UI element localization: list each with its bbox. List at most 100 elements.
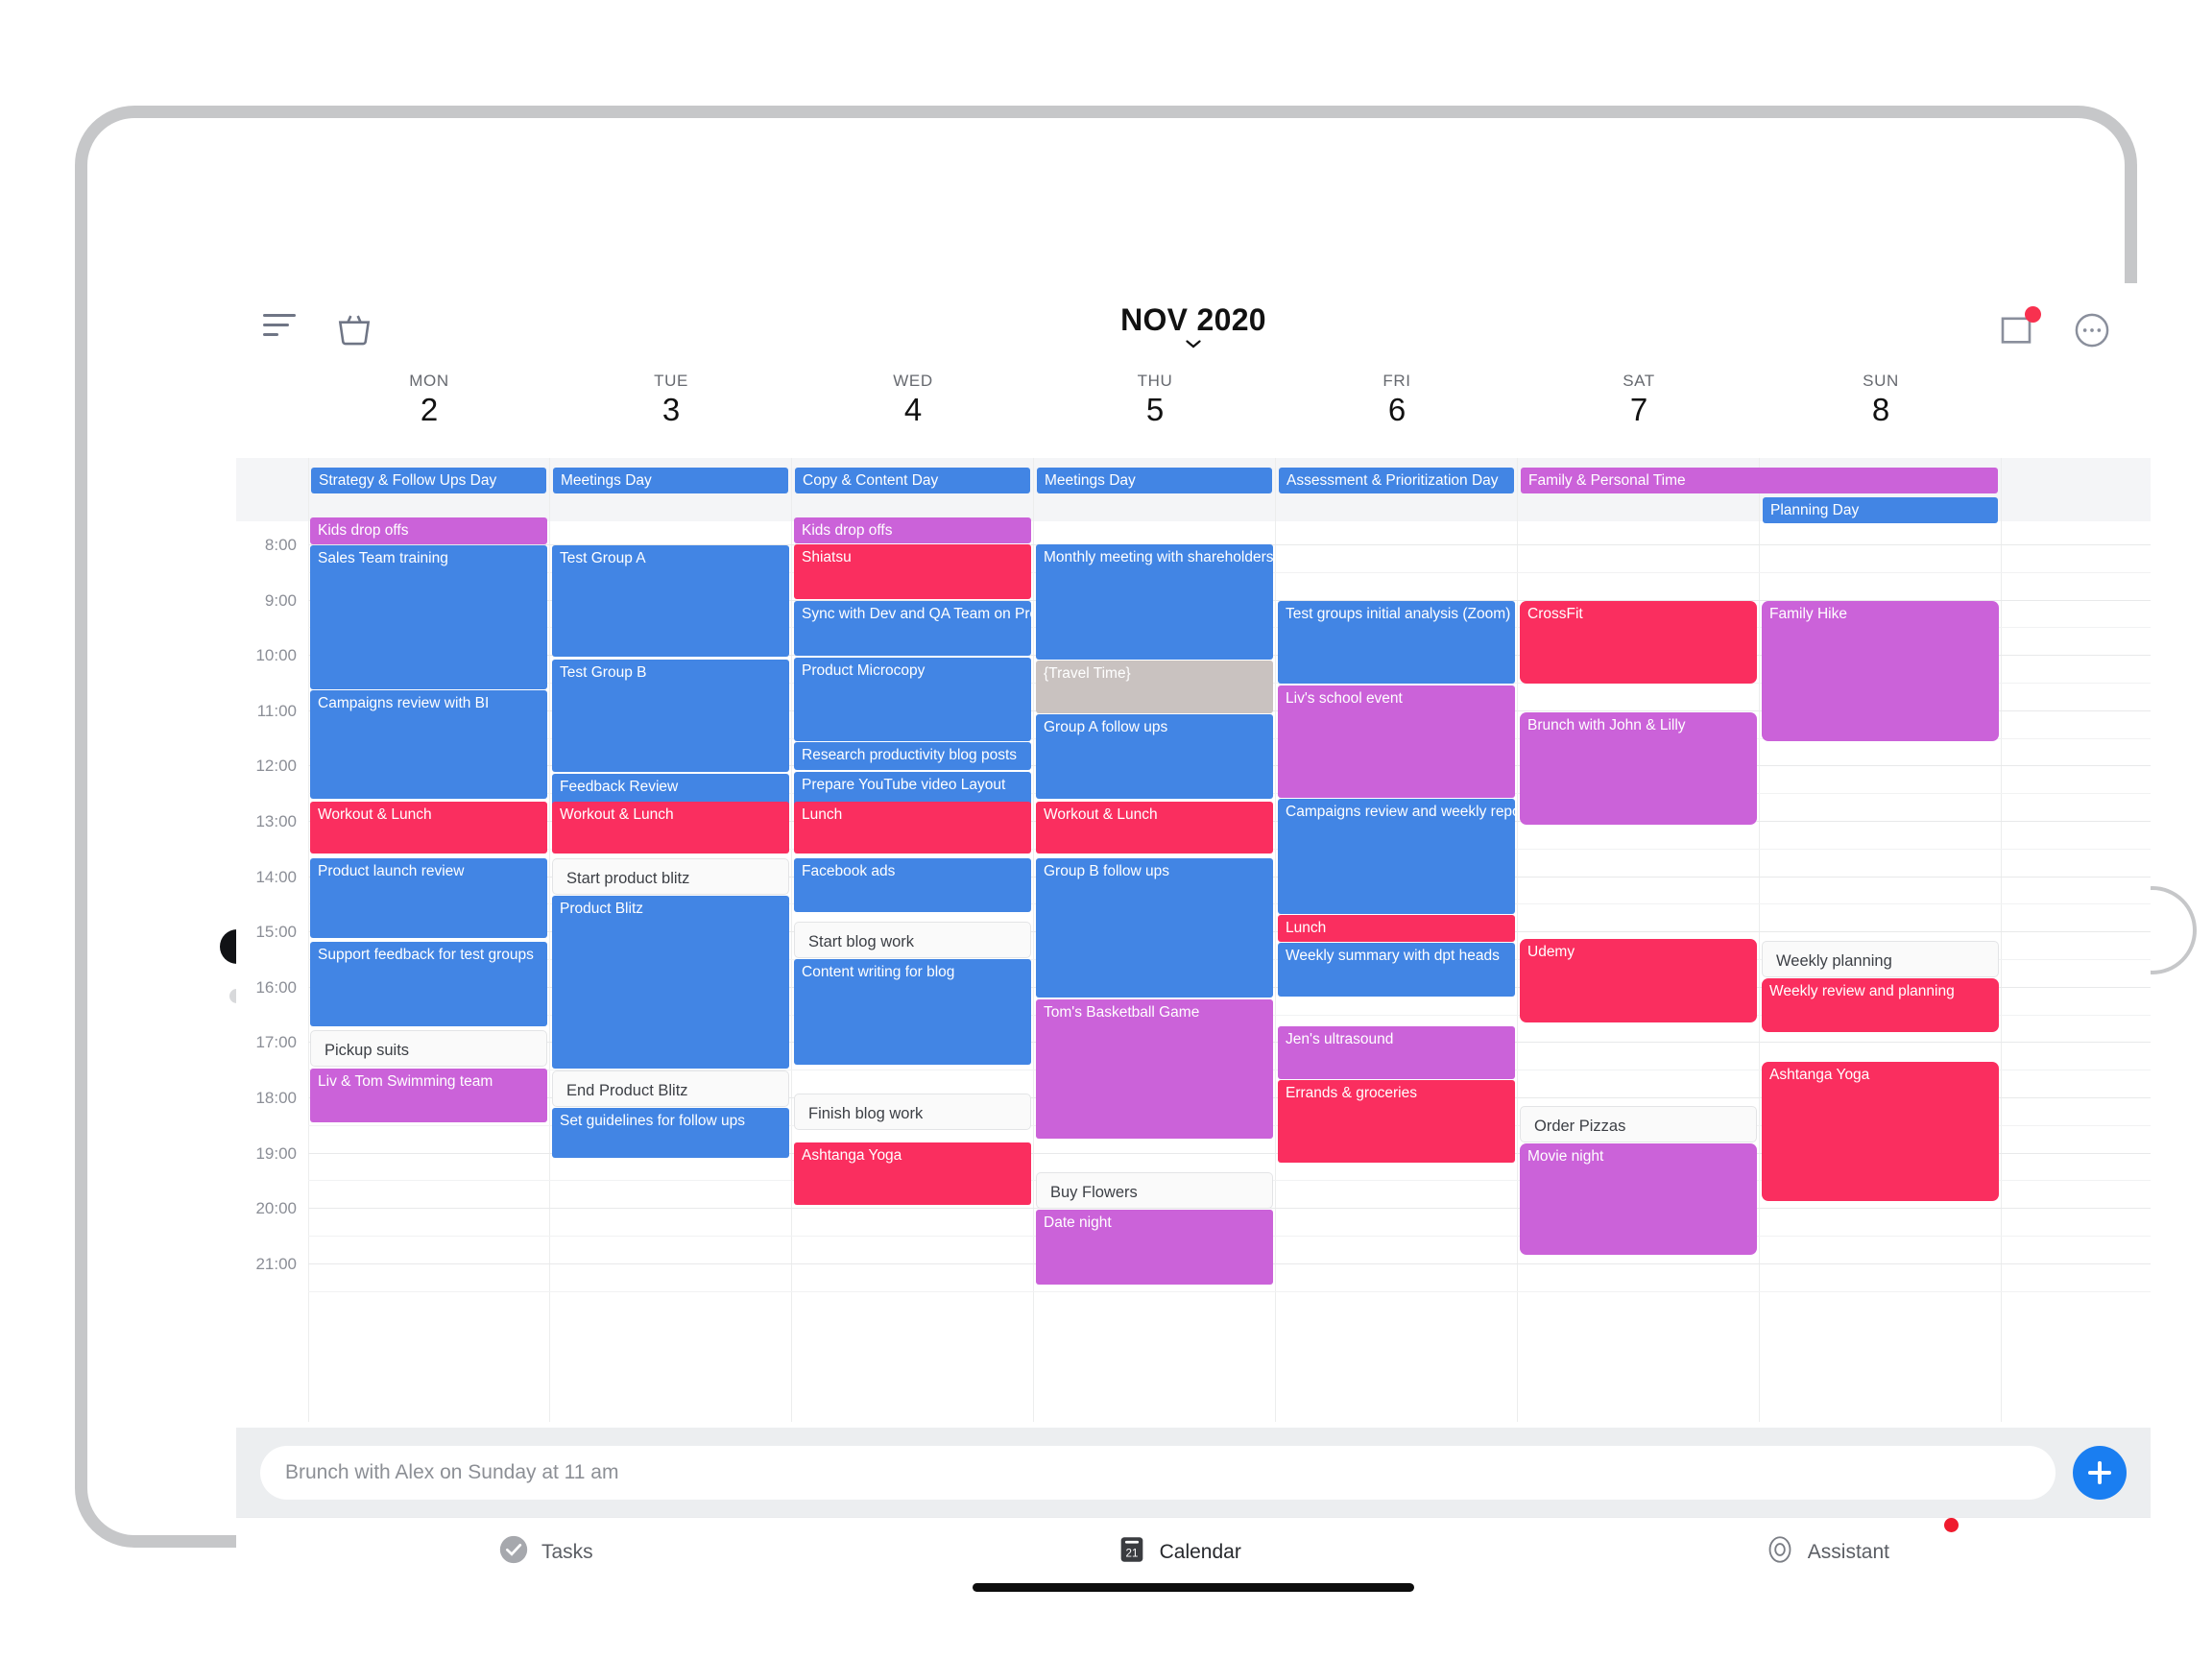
calendar-grid: 8:00 9:00 10:00 11:00 12:00 13:00 14:00 15:00 16… bbox=[236, 458, 2151, 1422]
time-label: 20:00 bbox=[255, 1199, 297, 1218]
day-header-fri[interactable]: FRI 6 bbox=[1276, 372, 1518, 428]
calendar-event[interactable]: Facebook ads bbox=[794, 858, 1031, 912]
day-of-week-label: MON bbox=[409, 372, 449, 390]
calendar-event[interactable]: Family Hike bbox=[1762, 601, 1999, 741]
calendar-event[interactable]: Content writing for blog bbox=[794, 959, 1031, 1065]
calendar-event[interactable]: Ashtanga Yoga bbox=[794, 1142, 1031, 1205]
day-number-label: 6 bbox=[1387, 392, 1407, 427]
assistant-circle-icon bbox=[1764, 1533, 1796, 1571]
calendar-event[interactable]: Sales Team training bbox=[310, 545, 547, 689]
calendar-event[interactable]: Product Blitz bbox=[552, 896, 789, 1069]
calendar-event[interactable]: Group A follow ups bbox=[1036, 714, 1273, 799]
calendar-event[interactable]: Campaigns review and weekly repor bbox=[1278, 799, 1515, 914]
chevron-down-icon[interactable] bbox=[1186, 340, 1201, 349]
all-day-event[interactable]: Family & Personal Time bbox=[1521, 468, 1998, 493]
calendar-event[interactable]: Brunch with John & Lilly bbox=[1520, 712, 1757, 825]
day-number-label: 7 bbox=[1629, 392, 1648, 427]
calendar-event[interactable]: {Travel Time} bbox=[1036, 661, 1273, 713]
calendar-event[interactable]: Kids drop offs bbox=[310, 517, 547, 544]
app-screen: NOV 2020 MON 2 TUE 3 WED 4 THU 5 FRI 6 S… bbox=[236, 283, 2151, 1605]
calendar-event[interactable]: Workout & Lunch bbox=[1036, 802, 1273, 854]
calendar-event[interactable]: Weekly summary with dpt heads bbox=[1278, 943, 1515, 997]
calendar-event[interactable]: Test Group A bbox=[552, 545, 789, 657]
calendar-event[interactable]: Tom's Basketball Game bbox=[1036, 999, 1273, 1139]
title-block[interactable]: NOV 2020 bbox=[236, 302, 2151, 349]
tab-assistant[interactable]: Assistant bbox=[1764, 1518, 1959, 1571]
day-header-sun[interactable]: SUN 8 bbox=[1760, 372, 2002, 428]
calendar-event[interactable]: Errands & groceries bbox=[1278, 1080, 1515, 1163]
all-day-event[interactable]: Meetings Day bbox=[553, 468, 788, 493]
calendar-event[interactable]: Liv's school event bbox=[1278, 685, 1515, 798]
time-label: 16:00 bbox=[255, 977, 297, 997]
calendar-event[interactable]: Research productivity blog posts bbox=[794, 742, 1031, 770]
add-event-button[interactable] bbox=[2073, 1445, 2127, 1500]
task-card[interactable]: Buy Flowers bbox=[1036, 1172, 1273, 1209]
day-header-tue[interactable]: TUE 3 bbox=[550, 372, 792, 428]
all-day-event[interactable]: Assessment & Prioritization Day bbox=[1279, 468, 1514, 493]
time-label: 10:00 bbox=[255, 646, 297, 665]
calendar-event[interactable]: Monthly meeting with shareholders bbox=[1036, 544, 1273, 660]
task-card[interactable]: Pickup suits bbox=[310, 1030, 547, 1067]
time-label: 12:00 bbox=[255, 757, 297, 776]
task-card[interactable]: Start blog work bbox=[794, 922, 1031, 958]
calendar-event[interactable]: Test groups initial analysis (Zoom) bbox=[1278, 601, 1515, 684]
calendar-event[interactable]: CrossFit bbox=[1520, 601, 1757, 684]
day-of-week-label: THU bbox=[1137, 372, 1173, 390]
calendar-event[interactable]: Jen's ultrasound bbox=[1278, 1026, 1515, 1079]
calendar-event[interactable]: Weekly review and planning bbox=[1762, 978, 1999, 1032]
time-label: 15:00 bbox=[255, 923, 297, 942]
calendar-event[interactable]: Group B follow ups bbox=[1036, 858, 1273, 998]
task-card[interactable]: Finish blog work bbox=[794, 1094, 1031, 1130]
day-number-label: 4 bbox=[903, 392, 923, 427]
more-options-icon[interactable] bbox=[2072, 310, 2112, 350]
day-of-week-label: SAT bbox=[1623, 372, 1655, 390]
quick-add-bar bbox=[236, 1428, 2151, 1517]
calendar-event[interactable]: Product Microcopy bbox=[794, 658, 1031, 741]
calendar-event[interactable]: Product launch review bbox=[310, 858, 547, 938]
time-gutter: 8:00 9:00 10:00 11:00 12:00 13:00 14:00 15:00 16… bbox=[236, 458, 308, 1422]
day-number-label: 5 bbox=[1145, 392, 1165, 427]
calendar-event[interactable]: Set guidelines for follow ups bbox=[552, 1108, 789, 1158]
day-header-mon[interactable]: MON 2 bbox=[308, 372, 550, 428]
day-header-sat[interactable]: SAT 7 bbox=[1518, 372, 1760, 428]
svg-text:21: 21 bbox=[1125, 1548, 1138, 1560]
day-of-week-label: WED bbox=[893, 372, 933, 390]
tab-calendar[interactable]: 21 Calendar bbox=[1116, 1533, 1241, 1571]
calendar-event[interactable]: Kids drop offs bbox=[794, 517, 1031, 543]
quick-add-input[interactable] bbox=[260, 1445, 2056, 1500]
bottom-tab-bar: Tasks 21 Calendar Assistant bbox=[236, 1517, 2151, 1605]
calendar-event[interactable]: Shiatsu bbox=[794, 544, 1031, 599]
calendar-event[interactable]: Liv & Tom Swimming team bbox=[310, 1069, 547, 1122]
app-header: NOV 2020 bbox=[236, 283, 2151, 372]
calendar-event[interactable]: Udemy bbox=[1520, 939, 1757, 1022]
day-header-wed[interactable]: WED 4 bbox=[792, 372, 1034, 428]
calendar-event[interactable]: Ashtanga Yoga bbox=[1762, 1062, 1999, 1201]
task-card[interactable]: Weekly planning bbox=[1762, 941, 1999, 977]
task-card[interactable]: Order Pizzas bbox=[1520, 1106, 1757, 1142]
day-header-row: MON 2 TUE 3 WED 4 THU 5 FRI 6 SAT 7 SUN 8 bbox=[236, 372, 2151, 458]
all-day-event[interactable]: Copy & Content Day bbox=[795, 468, 1030, 493]
day-header-thu[interactable]: THU 5 bbox=[1034, 372, 1276, 428]
all-day-event[interactable]: Meetings Day bbox=[1037, 468, 1272, 493]
all-day-event[interactable]: Planning Day bbox=[1763, 497, 1998, 523]
time-label: 19:00 bbox=[255, 1143, 297, 1163]
day-of-week-label: FRI bbox=[1382, 372, 1411, 390]
time-label: 17:00 bbox=[255, 1033, 297, 1052]
tab-label: Calendar bbox=[1159, 1540, 1241, 1563]
calendar-event[interactable]: Sync with Dev and QA Team on Prod bbox=[794, 601, 1031, 656]
tab-tasks[interactable]: Tasks bbox=[497, 1533, 593, 1571]
calendar-event[interactable]: Movie night bbox=[1520, 1143, 1757, 1255]
calendar-event[interactable]: Support feedback for test groups bbox=[310, 942, 547, 1026]
task-card[interactable]: Start product blitz bbox=[552, 858, 789, 895]
calendar-event[interactable]: Date night bbox=[1036, 1210, 1273, 1285]
task-card[interactable]: End Product Blitz bbox=[552, 1070, 789, 1107]
tab-label: Tasks bbox=[541, 1540, 593, 1563]
calendar-event[interactable]: Workout & Lunch bbox=[552, 802, 789, 854]
calendar-event[interactable]: Lunch bbox=[1278, 915, 1515, 942]
calendar-event[interactable]: Campaigns review with BI bbox=[310, 690, 547, 799]
all-day-event[interactable]: Strategy & Follow Ups Day bbox=[311, 468, 546, 493]
calendar-event[interactable]: Workout & Lunch bbox=[310, 802, 547, 854]
calendar-event[interactable]: Lunch bbox=[794, 802, 1031, 854]
calendar-event[interactable]: Test Group B bbox=[552, 660, 789, 772]
inbox-notification-badge bbox=[2025, 306, 2041, 323]
